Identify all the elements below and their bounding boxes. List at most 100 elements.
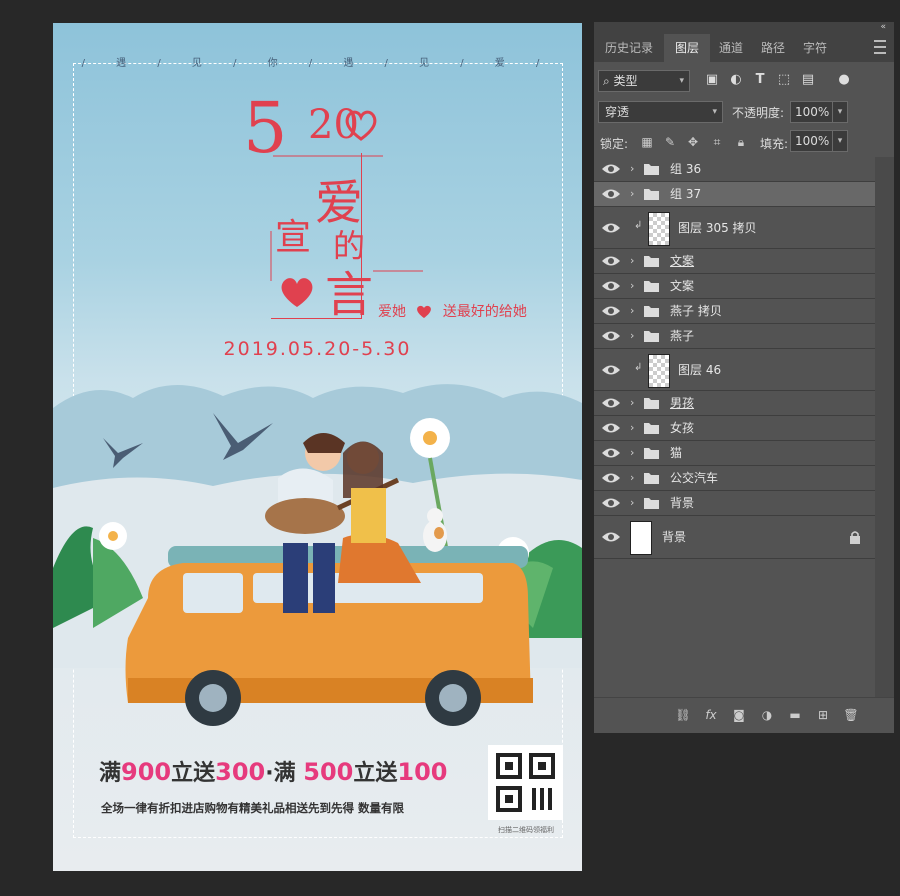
layer-name: 燕子 拷贝 xyxy=(670,304,722,318)
opacity-chevron-icon[interactable]: ▾ xyxy=(832,101,848,123)
layer-name: 文案 xyxy=(670,279,695,293)
visibility-eye-icon[interactable] xyxy=(601,304,621,318)
new-layer-icon[interactable]: ⊞ xyxy=(814,707,832,723)
expand-chevron-icon[interactable]: › xyxy=(630,328,640,344)
collapse-panel-button[interactable]: « xyxy=(880,22,886,32)
visibility-eye-icon[interactable] xyxy=(601,446,621,460)
expand-chevron-icon[interactable]: › xyxy=(630,186,640,202)
layer-row[interactable]: ↲ 图层 46 xyxy=(594,349,875,391)
filter-type-label: 类型 xyxy=(613,74,638,88)
shape-filter-icon[interactable]: ⬚ xyxy=(776,72,792,88)
layer-name: 背景 xyxy=(662,530,687,544)
promo-value-900: 900 xyxy=(121,758,172,786)
expand-chevron-icon[interactable]: › xyxy=(630,495,640,511)
visibility-eye-icon[interactable] xyxy=(601,496,621,510)
expand-chevron-icon[interactable]: › xyxy=(630,278,640,294)
visibility-eye-icon[interactable] xyxy=(601,221,621,235)
document-canvas[interactable]: / 遇 / 见 / 你 / 遇 / 见 / 爱 / 5 20 爱 宣 的 言 爱… xyxy=(53,23,582,871)
filter-type-select[interactable]: ⌕ 类型 ▾ xyxy=(598,70,690,92)
adjustment-icon[interactable]: ◑ xyxy=(758,707,776,723)
expand-chevron-icon[interactable]: › xyxy=(630,253,640,269)
qr-caption: 扫描二维码领福利 xyxy=(498,826,554,834)
folder-icon xyxy=(644,164,659,175)
qr-icon xyxy=(496,753,555,812)
layer-thumbnail xyxy=(648,211,670,246)
tab-layers[interactable]: 图层 xyxy=(664,34,710,62)
folder-icon xyxy=(644,281,659,292)
link-icon[interactable]: ⛓ xyxy=(674,707,692,723)
layers-scrollbar[interactable] xyxy=(875,157,894,697)
type-filter-icon[interactable]: T xyxy=(752,72,768,88)
layer-row[interactable]: › 文案 xyxy=(594,274,875,299)
layer-row[interactable]: 背景 xyxy=(594,516,875,559)
layer-row[interactable]: › 组 37 xyxy=(594,182,875,207)
visibility-eye-icon[interactable] xyxy=(601,187,621,201)
adjustment-filter-icon[interactable]: ◐ xyxy=(728,72,744,88)
visibility-eye-icon[interactable] xyxy=(601,329,621,343)
layer-row[interactable]: › 燕子 xyxy=(594,324,875,349)
illustration xyxy=(53,384,582,726)
pixel-filter-icon[interactable]: ▣ xyxy=(704,72,720,88)
folder-icon xyxy=(644,256,659,267)
tab-character[interactable]: 字符 xyxy=(794,34,836,62)
layer-row[interactable]: › 燕子 拷贝 xyxy=(594,299,875,324)
lock-position-icon[interactable]: ✥ xyxy=(686,135,700,149)
opacity-label: 不透明度: xyxy=(732,106,785,120)
title-heart-icon xyxy=(281,278,313,307)
visibility-eye-icon[interactable] xyxy=(601,162,621,176)
expand-chevron-icon[interactable]: › xyxy=(630,445,640,461)
folder-icon[interactable]: ▬ xyxy=(786,707,804,723)
visibility-eye-icon[interactable] xyxy=(601,471,621,485)
visibility-eye-icon[interactable] xyxy=(601,363,621,377)
logo-heart-icon xyxy=(345,110,377,141)
layer-row[interactable]: › 公交汽车 xyxy=(594,466,875,491)
expand-chevron-icon[interactable]: › xyxy=(630,470,640,486)
visibility-eye-icon[interactable] xyxy=(601,396,621,410)
love-right-text: 送最好的给她 xyxy=(442,304,527,320)
layer-row[interactable]: › 男孩 xyxy=(594,391,875,416)
layer-row[interactable]: › 女孩 xyxy=(594,416,875,441)
layer-name: 公交汽车 xyxy=(670,471,719,485)
visibility-eye-icon[interactable] xyxy=(601,530,621,544)
expand-chevron-icon[interactable]: › xyxy=(630,395,640,411)
layer-name: 女孩 xyxy=(670,421,695,435)
promo-part-1: 满 xyxy=(99,761,122,786)
layer-row[interactable]: › 背景 xyxy=(594,491,875,516)
tab-history[interactable]: 历史记录 xyxy=(594,34,664,62)
lock-icon[interactable] xyxy=(849,530,861,544)
expand-chevron-icon[interactable]: › xyxy=(630,420,640,436)
panel-header-strip: « xyxy=(594,22,894,34)
visibility-eye-icon[interactable] xyxy=(601,254,621,268)
visibility-eye-icon[interactable] xyxy=(601,421,621,435)
layer-row[interactable]: › 猫 xyxy=(594,441,875,466)
event-date: 2019.05.20-5.30 xyxy=(223,338,412,360)
expand-chevron-icon[interactable]: › xyxy=(630,161,640,177)
layer-name: 组 36 xyxy=(670,162,702,176)
layers-footer: ⛓ fx ◙ ◑ ▬ ⊞ 🗑︎ xyxy=(594,697,894,733)
visibility-eye-icon[interactable] xyxy=(601,279,621,293)
promo-part-2: 立送 xyxy=(171,761,216,786)
blend-mode-select[interactable]: 穿透 ▾ xyxy=(598,101,723,123)
tab-paths[interactable]: 路径 xyxy=(752,34,794,62)
trash-icon[interactable]: 🗑︎ xyxy=(842,707,860,723)
layer-name: 组 37 xyxy=(670,187,702,201)
smart-object-filter-icon[interactable]: ▤ xyxy=(800,72,816,88)
tab-channels[interactable]: 通道 xyxy=(710,34,752,62)
lock-artboard-icon[interactable]: ⌗ xyxy=(710,135,724,149)
chevron-down-icon: ▾ xyxy=(679,76,684,86)
promo-part-4: 立送 xyxy=(353,761,398,786)
fill-chevron-icon[interactable]: ▾ xyxy=(832,130,848,152)
layer-row[interactable]: › 组 36 xyxy=(594,157,875,182)
qr-code xyxy=(488,745,563,820)
layer-row[interactable]: ↲ 图层 305 拷贝 xyxy=(594,207,875,249)
fx-icon[interactable]: fx xyxy=(702,707,720,723)
love-left-text: 爱她 xyxy=(378,304,406,320)
layer-row[interactable]: › 文案 xyxy=(594,249,875,274)
mask-icon[interactable]: ◙ xyxy=(730,707,748,723)
panel-menu-button[interactable] xyxy=(874,40,886,54)
lock-transparent-icon[interactable]: ▦ xyxy=(640,135,654,149)
filter-toggle-icon[interactable]: ● xyxy=(836,72,852,88)
lock-all-icon[interactable]: 🔒︎ xyxy=(734,135,748,149)
expand-chevron-icon[interactable]: › xyxy=(630,303,640,319)
lock-paint-icon[interactable]: ✎ xyxy=(663,135,677,149)
